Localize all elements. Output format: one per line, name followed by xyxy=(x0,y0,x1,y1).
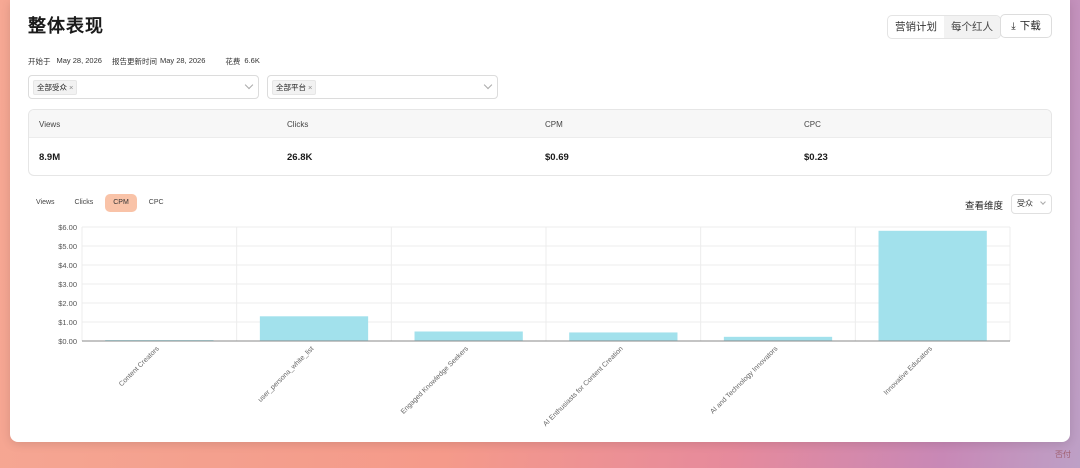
bar xyxy=(723,336,833,341)
metrics-header xyxy=(29,110,1051,138)
start-label: 开始于 xyxy=(28,57,51,66)
report-card: 整体表现 营销计划 每个红人 ⤓ 下载 开始于 May 28, 2026 报告更新… xyxy=(10,0,1070,442)
report-meta: 开始于 May 28, 2026 报告更新时间 May 28, 2026 花费 … xyxy=(28,56,260,67)
download-button[interactable]: ⤓ 下载 xyxy=(1000,14,1052,38)
x-tick-label: user_persona_white_list xyxy=(257,345,315,403)
bar xyxy=(414,331,523,341)
update-date: May 28, 2026 xyxy=(159,56,206,65)
dimension-value: 受众 xyxy=(1017,199,1033,208)
platform-tag: 全部平台 × xyxy=(272,80,317,95)
x-tick-label: AI and Technology Innovators xyxy=(709,345,779,415)
page-title: 整体表现 xyxy=(28,16,104,36)
metric-label-views: Views xyxy=(39,120,61,129)
spend-value: 6.6K xyxy=(244,56,260,65)
dimension-label: 查看维度 xyxy=(965,201,1004,212)
chevron-down-icon xyxy=(1040,199,1046,205)
metric-label-cpc: CPC xyxy=(804,120,821,129)
view-segmented-control[interactable]: 营销计划 每个红人 xyxy=(887,15,1001,39)
y-tick-label: $5.00 xyxy=(58,242,77,251)
tab-cpm[interactable]: CPM xyxy=(105,194,137,212)
tab-cpc[interactable]: CPC xyxy=(141,194,172,212)
y-tick-label: $4.00 xyxy=(58,261,77,270)
metric-value-views: 8.9M xyxy=(39,152,61,163)
download-icon: ⤓ xyxy=(1011,21,1016,32)
x-tick-label: AI Enthusiasts for Content Creation xyxy=(542,345,625,428)
y-tick-label: $6.00 xyxy=(58,223,77,232)
update-label: 报告更新时间 xyxy=(111,57,157,66)
chart-tabs: Views Clicks CPM CPC xyxy=(28,194,172,212)
bar xyxy=(878,230,987,341)
tab-clicks[interactable]: Clicks xyxy=(67,194,102,212)
segment-campaign[interactable]: 营销计划 xyxy=(888,16,944,38)
spend-label: 花费 xyxy=(225,57,241,66)
bar xyxy=(259,316,369,341)
metric-value-cpm: $0.69 xyxy=(545,152,569,163)
y-tick-label: $0.00 xyxy=(58,337,77,346)
y-tick-label: $2.00 xyxy=(58,299,77,308)
metric-value-cpc: $0.23 xyxy=(804,152,828,163)
remove-tag-icon[interactable]: × xyxy=(308,83,312,92)
metric-label-cpm: CPM xyxy=(545,120,563,129)
download-label: 下载 xyxy=(1019,20,1041,32)
chevron-down-icon xyxy=(244,80,254,90)
y-tick-label: $3.00 xyxy=(58,280,77,289)
chevron-down-icon xyxy=(483,80,493,90)
watermark-text: 否付 xyxy=(1055,450,1071,459)
dimension-select[interactable]: 受众 xyxy=(1011,194,1052,214)
metric-value-clicks: 26.8K xyxy=(287,152,313,163)
x-tick-label: Engaged Knowledge Seekers xyxy=(400,345,471,416)
start-date: May 28, 2026 xyxy=(56,56,102,65)
bar xyxy=(105,340,214,342)
audience-select[interactable]: 全部受众 × xyxy=(28,75,259,99)
metrics-table: Views Clicks CPM CPC 8.9M 26.8K $0.69 $0… xyxy=(28,109,1052,176)
metric-label-clicks: Clicks xyxy=(287,120,309,129)
tab-views[interactable]: Views xyxy=(28,194,63,212)
y-tick-label: $1.00 xyxy=(58,318,77,327)
platform-select[interactable]: 全部平台 × xyxy=(267,75,498,99)
x-tick-label: Innovative Educators xyxy=(883,345,935,397)
bar xyxy=(569,332,678,341)
audience-tag: 全部受众 × xyxy=(33,80,78,95)
segment-per-influencer[interactable]: 每个红人 xyxy=(944,16,1000,38)
x-tick-label: Content Creators xyxy=(118,345,161,388)
remove-tag-icon[interactable]: × xyxy=(69,83,73,92)
